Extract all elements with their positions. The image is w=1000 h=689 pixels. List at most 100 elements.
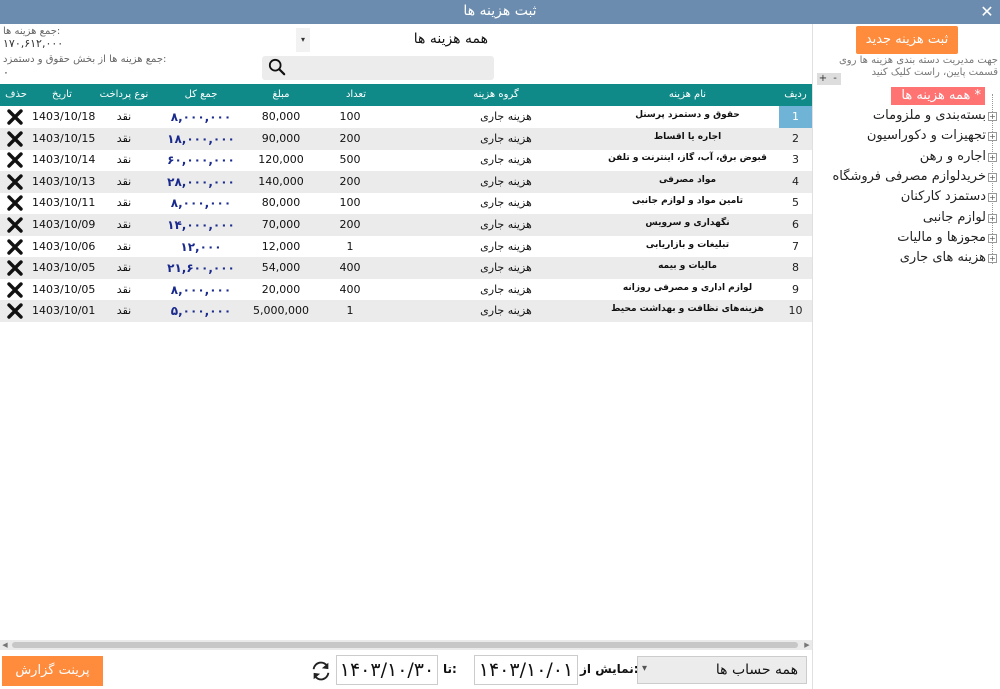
cell-date: 1403/10/18: [32, 110, 96, 123]
cell-name: قبوض برق، آب، گاز، اینترنت و تلفن: [608, 153, 767, 164]
table-header: حذف تاریخ نوع پرداخت جمع کل مبلغ تعداد گ…: [0, 84, 812, 106]
table-row[interactable]: 1403/10/11 نقد ۸,۰۰۰,۰۰۰ 80,000 100 هزینه جار…: [0, 192, 812, 214]
cell-row-number[interactable]: 9: [779, 279, 812, 301]
delete-icon[interactable]: [7, 303, 23, 320]
delete-icon[interactable]: [7, 260, 23, 276]
search-box[interactable]: [262, 56, 494, 80]
delete-icon[interactable]: [7, 174, 23, 190]
tree-expand-icon[interactable]: +: [988, 254, 997, 264]
header-payment-type: نوع پرداخت: [99, 89, 149, 100]
from-date-input[interactable]: ۱۴۰۳/۱۰/۰۱: [474, 655, 578, 685]
tree-item[interactable]: هزینه های جاری: [900, 250, 986, 265]
cell-name: هزینه‌های نظافت و بهداشت محیط: [611, 304, 764, 315]
cell-total: ۵,۰۰۰,۰۰۰: [170, 304, 232, 319]
tree-expand-icon[interactable]: +: [988, 152, 997, 162]
delete-icon[interactable]: [7, 217, 23, 233]
cell-amount: 5,000,000: [253, 304, 309, 318]
cell-row-number[interactable]: 2: [779, 128, 812, 150]
delete-icon[interactable]: [7, 152, 23, 168]
search-icon[interactable]: [268, 58, 286, 76]
cell-count: 400: [339, 282, 361, 296]
cell-row-number[interactable]: 1: [779, 106, 812, 128]
cell-total: ۱۴,۰۰۰,۰۰۰: [167, 218, 235, 232]
cell-total: ۱۸,۰۰۰,۰۰۰: [167, 131, 235, 146]
account-select[interactable]: ▾ همه حساب ها: [637, 656, 807, 684]
tree-expand-icon[interactable]: +: [988, 193, 997, 203]
cell-name: تامین مواد و لوازم جانبی: [631, 196, 744, 207]
delete-icon[interactable]: [7, 109, 23, 125]
table-row[interactable]: 1403/10/14 نقد ۶۰,۰۰۰,۰۰۰ 120,000 500 هزینه ج…: [0, 149, 812, 171]
table-row[interactable]: 1403/10/13 نقد ۲۸,۰۰۰,۰۰۰ 140,000 200 هزینه ج…: [0, 170, 812, 193]
tree-item[interactable]: مجوزها و مالیات: [897, 230, 986, 245]
to-date-input[interactable]: ۱۴۰۳/۱۰/۳۰: [336, 655, 438, 685]
table-row[interactable]: 1403/10/05 نقد ۲۱,۶۰۰,۰۰۰ 54,000 400 هزینه جا…: [0, 257, 812, 280]
cell-row-number[interactable]: 4: [779, 171, 812, 193]
cell-name: مواد مصرفی: [658, 174, 717, 185]
tree-item[interactable]: دستمزد کارکنان: [901, 189, 986, 204]
horizontal-scrollbar[interactable]: ◀ ▶: [0, 640, 812, 650]
cell-group: هزینه جاری: [480, 153, 532, 167]
expense-filter-select[interactable]: ▾ همه هزینه ها: [296, 28, 494, 52]
delete-icon[interactable]: [7, 195, 23, 212]
table-row[interactable]: 1403/10/05 نقد ۸,۰۰۰,۰۰۰ 20,000 400 هزینه جار…: [0, 279, 812, 301]
cell-amount: 80,000: [261, 110, 301, 123]
collapse-all-button[interactable]: -: [829, 73, 841, 85]
cell-group: هزینه جاری: [480, 218, 532, 231]
cell-row-number[interactable]: 3: [779, 149, 812, 171]
cell-group: هزینه جاری: [480, 282, 532, 296]
chevron-down-icon[interactable]: ▾: [642, 663, 647, 674]
tree-item[interactable]: لوازم جانبی: [923, 210, 986, 225]
delete-icon[interactable]: [7, 130, 23, 147]
cell-payment: نقد: [116, 304, 132, 318]
panel-divider: [812, 24, 813, 689]
cell-row-number[interactable]: 8: [779, 257, 812, 279]
tree-item[interactable]: اجاره و رهن: [920, 149, 986, 164]
tree-expand-icon[interactable]: +: [988, 233, 997, 243]
header-delete: حذف: [5, 89, 27, 100]
cell-row-number[interactable]: 7: [779, 236, 812, 258]
cell-total: ۸,۰۰۰,۰۰۰: [170, 282, 232, 297]
cell-group: هزینه جاری: [480, 174, 532, 188]
refresh-icon[interactable]: [310, 660, 332, 682]
cell-total: ۸,۰۰۰,۰۰۰: [170, 196, 232, 211]
cell-row-number[interactable]: 10: [779, 300, 812, 322]
cell-date: 1403/10/14: [32, 153, 96, 167]
scroll-right-icon[interactable]: ▶: [802, 640, 812, 650]
table-row[interactable]: 1403/10/01 نقد ۵,۰۰۰,۰۰۰ 5,000,000 1 هزینه جا…: [0, 300, 812, 323]
title-bar: ثبت هزینه ها ✕: [0, 0, 1000, 24]
table-row[interactable]: 1403/10/06 نقد ۱۲,۰۰۰ 12,000 1 هزینه جاری تبلی…: [0, 236, 812, 258]
account-select-value: همه حساب ها: [715, 662, 798, 678]
to-date-label: تا:: [443, 662, 457, 676]
tree-expand-icon[interactable]: +: [988, 172, 997, 182]
cell-payment: نقد: [116, 131, 132, 145]
scroll-left-icon[interactable]: ◀: [0, 640, 10, 650]
tree-item[interactable]: تجهیزات و دکوراسیون: [867, 128, 986, 143]
header-row: ردیف: [784, 89, 807, 100]
scrollbar-thumb[interactable]: [12, 642, 798, 648]
tree-item[interactable]: خریدلوازم مصرفی فروشگاه: [833, 169, 987, 184]
chevron-down-icon[interactable]: ▾: [296, 28, 310, 52]
delete-icon[interactable]: [7, 282, 23, 298]
print-report-button[interactable]: پرینت گزارش: [2, 656, 103, 686]
cell-row-number[interactable]: 6: [779, 214, 812, 236]
cell-date: 1403/10/05: [32, 261, 96, 275]
table-row[interactable]: 1403/10/18 نقد ۸,۰۰۰,۰۰۰ 80,000 100 هزینه جار…: [0, 106, 812, 128]
tree-expand-icon[interactable]: +: [988, 132, 997, 142]
tree-expand-icon[interactable]: +: [988, 112, 997, 121]
table-row[interactable]: 1403/10/09 نقد ۱۴,۰۰۰,۰۰۰ 70,000 200 هزینه جا…: [0, 214, 812, 236]
delete-icon[interactable]: [7, 238, 23, 255]
cell-amount: 120,000: [258, 153, 304, 167]
tree-item[interactable]: بسته‌بندی و ملزومات: [873, 108, 986, 123]
cell-payment: نقد: [116, 218, 132, 231]
tree-root-all-expenses[interactable]: * همه هزینه ها *: [891, 87, 985, 121]
tree-expand-icon[interactable]: +: [988, 213, 997, 223]
new-expense-button[interactable]: ثبت هزینه جدید: [856, 26, 958, 54]
expenses-table[interactable]: حذف تاریخ نوع پرداخت جمع کل مبلغ تعداد گ…: [0, 84, 812, 640]
expand-all-button[interactable]: +: [817, 73, 829, 85]
cell-count: 200: [339, 218, 361, 231]
cell-payment: نقد: [116, 282, 132, 296]
table-row[interactable]: 1403/10/15 نقد ۱۸,۰۰۰,۰۰۰ 90,000 200 هزینه جا…: [0, 127, 812, 150]
header-total: جمع کل: [184, 89, 218, 100]
cell-row-number[interactable]: 5: [779, 192, 812, 214]
close-icon[interactable]: ✕: [976, 1, 998, 23]
